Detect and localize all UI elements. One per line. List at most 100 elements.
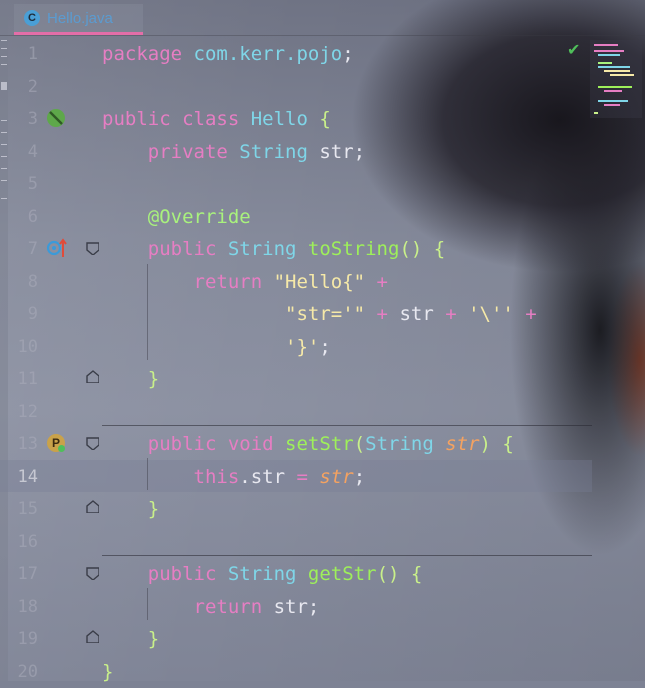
code-token: public (147, 563, 228, 585)
code-token: str; (319, 140, 366, 163)
line-number: 20 (17, 661, 38, 682)
code-token: + (513, 303, 537, 325)
code-text: private String str; (102, 136, 365, 168)
fold-close-icon[interactable] (85, 629, 99, 643)
code-line[interactable]: 6 @Override (0, 201, 592, 233)
line-number: 14 (17, 466, 38, 487)
code-text: public String toString() { (102, 233, 445, 265)
line-number: 12 (17, 401, 38, 422)
code-line[interactable]: 5 (0, 168, 592, 200)
override-up-icon[interactable] (46, 238, 68, 258)
code-token: str; (273, 595, 320, 618)
code-line[interactable]: 3 public class Hello { (0, 103, 592, 135)
code-token: com.kerr.pojo (193, 43, 343, 65)
code-token: ; (319, 335, 331, 358)
code-token: '}' (285, 335, 320, 358)
code-token: str (445, 433, 480, 455)
code-token: "Hello{" (273, 270, 366, 293)
code-text: } (102, 363, 159, 395)
class-icon: C (24, 10, 40, 26)
fold-open-icon[interactable] (85, 241, 99, 255)
code-token: this (193, 465, 240, 488)
code-line[interactable]: 8 return "Hello{" + (0, 266, 592, 298)
fold-open-icon[interactable] (85, 436, 99, 450)
code-text: package com.kerr.pojo; (102, 38, 354, 70)
code-line[interactable]: 2 (0, 71, 592, 103)
code-text: } (102, 623, 159, 655)
code-token: public void (147, 433, 286, 455)
code-line[interactable]: 20} (0, 656, 592, 688)
line-number: 5 (27, 174, 38, 194)
code-token: return (193, 270, 274, 293)
tab-filename: Hello.java (47, 9, 113, 27)
code-token: + (433, 303, 469, 325)
fold-close-icon[interactable] (85, 499, 99, 513)
code-token: @Override (147, 205, 251, 228)
code-editor[interactable]: 1 package com.kerr.pojo; 2 3 public class He… (0, 36, 645, 683)
code-line[interactable]: 1 package com.kerr.pojo; (0, 38, 592, 70)
code-token: public class (102, 108, 251, 130)
code-line[interactable]: 9 "str='" + str + '\'' + (0, 298, 592, 330)
code-token: String (227, 238, 308, 260)
code-token: getStr (307, 563, 377, 585)
code-line[interactable]: 4 private String str; (0, 136, 592, 168)
code-text: return "Hello{" + (102, 266, 388, 298)
code-token: String (227, 563, 308, 585)
fold-close-icon[interactable] (85, 369, 99, 383)
code-token: { (319, 108, 331, 130)
code-token: toString (307, 238, 400, 260)
line-number: 15 (17, 499, 38, 519)
line-number: 13 (17, 434, 38, 454)
code-token: str (319, 465, 354, 488)
code-token: '\'' (468, 303, 514, 325)
line-number: 9 (27, 304, 38, 324)
code-text: @Override (102, 201, 251, 233)
code-text: this.str = str; (102, 461, 366, 493)
code-text: public void setStr(String str) { (102, 428, 514, 460)
fold-open-icon[interactable] (85, 566, 99, 580)
line-number: 7 (27, 239, 38, 259)
code-line[interactable]: 16 (0, 526, 592, 558)
code-token: String (239, 140, 320, 163)
code-token: return (193, 595, 274, 618)
no-entry-icon[interactable] (46, 108, 66, 128)
tab-hello-java[interactable]: C Hello.java (14, 4, 143, 35)
line-number: 19 (17, 629, 38, 649)
code-text: "str='" + str + '\'' + (102, 298, 537, 330)
code-line[interactable]: 12 (0, 396, 592, 428)
code-line[interactable]: 18 return str; (0, 591, 592, 623)
line-number: 1 (27, 44, 38, 64)
code-token: } (147, 628, 160, 650)
code-token: String (365, 433, 446, 455)
line-number: 11 (17, 369, 38, 389)
code-token: ; (353, 465, 366, 488)
code-token: public (147, 238, 228, 260)
line-number: 18 (17, 596, 38, 617)
code-token: + (365, 303, 400, 325)
code-token: + (365, 270, 388, 293)
code-token: private (147, 140, 240, 163)
code-token: } (147, 498, 160, 520)
code-token: () { (399, 238, 446, 260)
editor-tab-bar: C Hello.java (0, 0, 645, 36)
code-token: = (296, 465, 320, 488)
code-token: setStr (285, 433, 354, 455)
code-text: } (102, 493, 159, 525)
line-number: 3 (27, 109, 38, 129)
code-token: ) { (479, 433, 514, 455)
code-text: public class Hello { (102, 103, 331, 135)
code-line[interactable]: 10 '}'; (0, 331, 592, 363)
code-token: } (147, 368, 160, 390)
code-token: package (102, 43, 194, 65)
code-token: ( (353, 433, 366, 455)
code-line[interactable]: 14 this.str = str; (0, 461, 592, 493)
code-token: ; (342, 43, 354, 65)
